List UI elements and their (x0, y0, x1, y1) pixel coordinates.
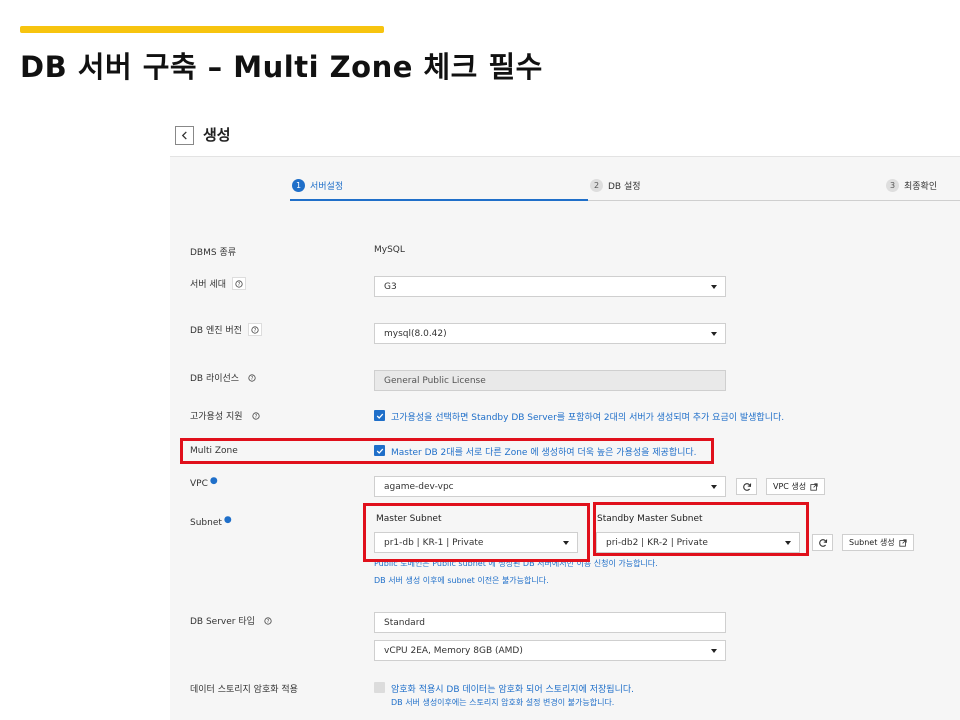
slide-title: DB 서버 구축 – Multi Zone 체크 필수 (20, 50, 543, 84)
console-screenshot: 생성 1 서버설정 2 DB 설정 3 최종확인 DBMS 종류 MySQL 서… (170, 118, 960, 720)
master-subnet-title: Master Subnet (376, 514, 442, 524)
subnet-create-button[interactable]: Subnet 생성 (842, 534, 914, 551)
ha-label: 고가용성 지원 ? (190, 409, 263, 422)
vpc-refresh-button[interactable] (736, 478, 757, 495)
subnet-label: Subnet ● (190, 515, 232, 528)
standby-subnet-select[interactable]: pri-db2 | KR-2 | Private (596, 532, 800, 553)
check-icon (376, 448, 383, 454)
step-number: 1 (292, 179, 305, 192)
multi-zone-checkbox[interactable] (374, 445, 385, 456)
engine-version-label: DB 엔진 버전 ? (190, 323, 262, 336)
server-type-label: DB Server 타입 ? (190, 614, 275, 627)
caret-down-icon (711, 285, 717, 289)
license-field: General Public License (374, 370, 726, 391)
chevron-left-icon (181, 131, 187, 140)
standby-subnet-title: Standby Master Subnet (597, 514, 703, 524)
multi-zone-description: Master DB 2대를 서로 다른 Zone 에 생성하여 더욱 높은 가용… (391, 448, 697, 458)
vpc-select[interactable]: agame-dev-vpc (374, 476, 726, 497)
encryption-label: 데이터 스토리지 암호화 적용 (190, 685, 298, 695)
refresh-icon (742, 482, 751, 491)
vpc-create-button[interactable]: VPC 생성 (766, 478, 826, 495)
subnet-note-public: Public 도메인은 Public subnet 에 생성된 DB 서버에서만… (374, 559, 658, 568)
caret-down-icon (711, 332, 717, 336)
caret-down-icon (711, 649, 717, 653)
caret-down-icon (563, 541, 569, 545)
dbms-type-label: DBMS 종류 (190, 248, 237, 258)
master-subnet-select[interactable]: pr1-db | KR-1 | Private (374, 532, 578, 553)
engine-version-select[interactable]: mysql(8.0.42) (374, 323, 726, 344)
page-title: 생성 (203, 126, 231, 144)
subnet-refresh-button[interactable] (812, 534, 833, 551)
help-icon[interactable]: ? (245, 371, 259, 384)
step-final-check[interactable]: 3 최종확인 (886, 179, 937, 192)
step-label: 최종확인 (904, 182, 938, 192)
external-link-icon (899, 538, 907, 547)
license-label: DB 라이선스 ? (190, 371, 259, 384)
check-icon (376, 413, 383, 419)
step-db-settings[interactable]: 2 DB 설정 (590, 179, 641, 192)
stepper: 1 서버설정 2 DB 설정 3 최종확인 (170, 157, 960, 227)
ha-option: 고가용성을 선택하면 Standby DB Server를 포함하여 2대의 서… (374, 410, 784, 423)
help-icon[interactable]: ? (231, 277, 246, 290)
ha-description: 고가용성을 선택하면 Standby DB Server를 포함하여 2대의 서… (391, 413, 785, 423)
multi-zone-label: Multi Zone (190, 446, 238, 456)
help-icon[interactable]: ? (247, 323, 262, 336)
ha-checkbox[interactable] (374, 410, 385, 421)
refresh-icon (818, 538, 827, 547)
step-number: 2 (590, 179, 603, 192)
caret-down-icon (711, 485, 717, 489)
server-gen-select[interactable]: G3 (374, 276, 726, 297)
encryption-option: 암호화 적용시 DB 데이터는 암호화 되어 스토리지에 저장됩니다. (374, 682, 634, 695)
server-type-select[interactable]: Standard (374, 612, 726, 633)
vpc-label: VPC ● (190, 476, 218, 489)
create-form-panel: 1 서버설정 2 DB 설정 3 최종확인 DBMS 종류 MySQL 서버 세… (170, 156, 960, 720)
step-number: 3 (886, 179, 899, 192)
required-marker: ● (223, 515, 232, 525)
title-accent-bar (20, 26, 384, 33)
subnet-note-migration: DB 서버 생성 이후에 subnet 이전은 불가능합니다. (374, 576, 549, 585)
server-spec-select[interactable]: vCPU 2EA, Memory 8GB (AMD) (374, 640, 726, 661)
encryption-description: 암호화 적용시 DB 데이터는 암호화 되어 스토리지에 저장됩니다. (391, 685, 634, 695)
dbms-type-value: MySQL (374, 245, 405, 255)
encryption-checkbox[interactable] (374, 682, 385, 693)
help-icon[interactable]: ? (261, 614, 275, 627)
required-marker: ● (209, 476, 218, 486)
external-link-icon (810, 482, 818, 491)
server-gen-label: 서버 세대 ? (190, 277, 246, 290)
step-label: 서버설정 (310, 182, 344, 192)
step-server-settings[interactable]: 1 서버설정 (292, 179, 343, 192)
help-icon[interactable]: ? (249, 409, 263, 422)
back-button[interactable] (175, 126, 194, 145)
caret-down-icon (785, 541, 791, 545)
stepper-progress (290, 199, 588, 201)
multi-zone-option: Master DB 2대를 서로 다른 Zone 에 생성하여 더욱 높은 가용… (374, 445, 697, 458)
step-label: DB 설정 (608, 182, 641, 192)
encryption-note: DB 서버 생성이후에는 스토리지 암호화 설정 변경이 불가능합니다. (391, 698, 615, 707)
